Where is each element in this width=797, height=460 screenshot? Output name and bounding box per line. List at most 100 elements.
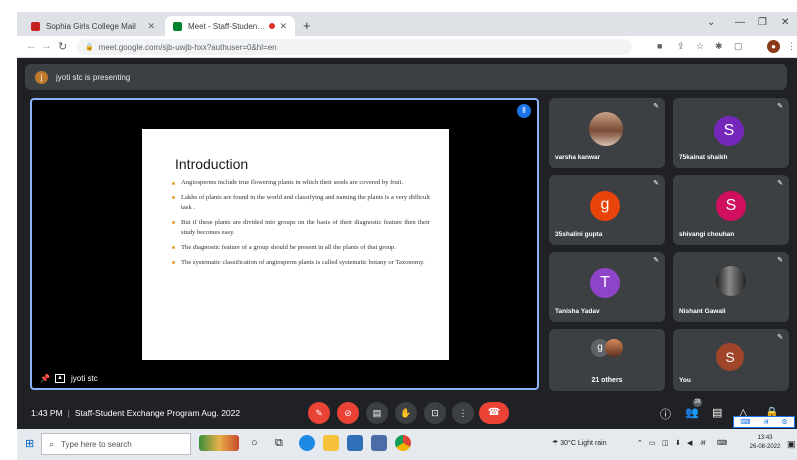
tab-gmail[interactable]: Sophia Girls College Mail ✕ bbox=[23, 16, 163, 36]
meet-control-bar: 1:43 PM | Staff-Student Exchange Program A… bbox=[17, 398, 797, 428]
reload-icon[interactable]: ↻ bbox=[58, 40, 67, 53]
store-icon[interactable] bbox=[347, 435, 363, 451]
participant-avatar: T bbox=[590, 268, 620, 298]
participant-avatar: S bbox=[716, 191, 746, 221]
search-placeholder: Type here to search bbox=[61, 439, 132, 449]
file-explorer-icon[interactable] bbox=[323, 435, 339, 451]
more-options-button[interactable]: ⋮ bbox=[452, 402, 474, 424]
main-presentation[interactable]: ⦀ Introduction Angiosperms include true … bbox=[30, 98, 539, 390]
extensions-icon[interactable]: ✱ bbox=[715, 41, 723, 52]
url-text: meet.google.com/sjb-uwjb-hxx?authuser=0&… bbox=[98, 42, 277, 52]
participant-name: You bbox=[679, 377, 691, 384]
participant-photo bbox=[605, 339, 623, 357]
captions-button[interactable]: ▤ bbox=[366, 402, 388, 424]
settings-icon[interactable]: ⚙ bbox=[781, 418, 787, 426]
battery-icon[interactable]: ▭ bbox=[649, 439, 656, 447]
close-window-button[interactable]: ✕ bbox=[781, 17, 789, 28]
meeting-info-icon[interactable]: ⓘ bbox=[660, 406, 671, 422]
participant-photo bbox=[589, 112, 623, 146]
menu-icon[interactable]: ⋮ bbox=[787, 41, 796, 52]
search-icon: ⌕ bbox=[49, 438, 55, 449]
participant-tile[interactable]: ✎ S shivangi chouhan bbox=[673, 175, 789, 245]
maximize-button[interactable]: ❐ bbox=[758, 17, 767, 28]
language-indicator-icon[interactable]: अ bbox=[763, 418, 768, 427]
chat-icon[interactable]: ▤ bbox=[712, 406, 722, 419]
bookmark-star-icon[interactable]: ☆ bbox=[696, 41, 704, 52]
mic-off-icon: ✎ bbox=[653, 257, 659, 264]
slide-bullet: The diagnostic feature of a group should… bbox=[172, 243, 430, 254]
presentation-slide: Introduction Angiosperms include true fl… bbox=[142, 129, 449, 360]
self-tile[interactable]: ✎ S You bbox=[673, 329, 789, 391]
clock[interactable]: 13:43 26-08-2022 bbox=[745, 434, 785, 452]
participant-tile[interactable]: ✎ T Tanisha Yadav bbox=[549, 252, 665, 322]
slide-title: Introduction bbox=[175, 156, 249, 172]
new-tab-button[interactable]: + bbox=[303, 18, 311, 33]
show-hidden-icons-icon[interactable]: ⌃ bbox=[637, 439, 643, 447]
clock-time: 13:43 bbox=[757, 435, 773, 441]
location-icon[interactable]: ⬇ bbox=[675, 439, 681, 447]
task-view-icon[interactable]: ⧉ bbox=[275, 437, 283, 450]
participant-tile[interactable]: ✎ varsha kanwar bbox=[549, 98, 665, 168]
keyboard-icon[interactable]: ⌨ bbox=[740, 418, 750, 426]
clock-date: 26-08-2022 bbox=[749, 444, 781, 450]
news-widget-icon[interactable] bbox=[199, 435, 239, 451]
mic-off-icon: ✎ bbox=[777, 334, 783, 341]
meeting-time: 1:43 PM bbox=[31, 408, 63, 418]
input-language-icon[interactable]: अ bbox=[700, 439, 705, 448]
rain-icon: ☂ bbox=[552, 440, 561, 447]
participant-name: 75kainat shaikh bbox=[679, 154, 728, 161]
participant-name: Nishant Gawali bbox=[679, 308, 726, 315]
mic-off-icon: ✎ bbox=[653, 103, 659, 110]
camera-in-use-icon[interactable]: ■ bbox=[657, 41, 662, 51]
participant-name: 35shalini gupta bbox=[555, 231, 603, 238]
cortana-icon[interactable]: ○ bbox=[251, 437, 258, 449]
close-tab-icon[interactable]: ✕ bbox=[279, 21, 287, 32]
others-tile[interactable]: g 21 others bbox=[549, 329, 665, 391]
weather-widget[interactable]: ☂ 30°C Light rain bbox=[552, 439, 607, 447]
network-icon[interactable]: ◫ bbox=[662, 439, 669, 447]
language-toolbar[interactable]: ⌨ अ ⚙ bbox=[733, 416, 795, 428]
speaking-indicator-icon: ⦀ bbox=[517, 104, 531, 118]
back-icon[interactable]: ← bbox=[26, 40, 37, 52]
mic-off-icon: ✎ bbox=[777, 180, 783, 187]
ime-icon[interactable]: ⌨ bbox=[717, 439, 727, 447]
forward-icon[interactable]: → bbox=[41, 40, 52, 52]
meeting-title: Staff-Student Exchange Program Aug. 2022 bbox=[74, 408, 241, 418]
start-icon[interactable]: ⊞ bbox=[25, 437, 34, 450]
profile-avatar[interactable]: ● bbox=[767, 40, 780, 53]
browser-tab-strip: Sophia Girls College Mail ✕ Meet - Staff… bbox=[17, 12, 797, 36]
pin-icon[interactable]: 📌 bbox=[40, 374, 50, 383]
participant-tile[interactable]: ✎ S 75kainat shaikh bbox=[673, 98, 789, 168]
edge-icon[interactable] bbox=[299, 435, 315, 451]
camera-off-button[interactable]: ⊘ bbox=[337, 402, 359, 424]
present-button[interactable]: ⊡ bbox=[424, 402, 446, 424]
mic-off-button[interactable]: ✎ bbox=[308, 402, 330, 424]
notifications-icon[interactable]: ▣ bbox=[787, 439, 796, 450]
participant-name: shivangi chouhan bbox=[679, 231, 735, 238]
sidebar-icon[interactable]: ▢ bbox=[734, 41, 743, 52]
slide-bullet: Lakhs of plants are found in the world a… bbox=[172, 193, 430, 214]
raise-hand-button[interactable]: ✋ bbox=[395, 402, 417, 424]
close-tab-icon[interactable]: ✕ bbox=[147, 21, 155, 32]
weather-text: 30°C Light rain bbox=[560, 440, 607, 447]
taskbar-search[interactable]: ⌕ Type here to search bbox=[41, 433, 191, 455]
address-bar[interactable]: 🔒 meet.google.com/sjb-uwjb-hxx?authuser=… bbox=[77, 39, 632, 55]
share-icon[interactable]: ⇪ bbox=[677, 41, 685, 52]
app-icon[interactable] bbox=[371, 435, 387, 451]
participant-tile[interactable]: ✎ Nishant Gawali bbox=[673, 252, 789, 322]
people-icon[interactable]: 👥 bbox=[685, 406, 699, 419]
tab-meet[interactable]: Meet - Staff-Student Exchan ✕ bbox=[165, 16, 295, 36]
volume-icon[interactable]: ◀ bbox=[687, 439, 692, 447]
presenting-text: jyoti stc is presenting bbox=[56, 72, 131, 82]
recording-indicator-icon bbox=[269, 23, 276, 29]
tab-search-icon[interactable]: ⌄ bbox=[707, 17, 715, 28]
tab-title: Sophia Girls College Mail bbox=[46, 21, 136, 31]
minimize-button[interactable]: — bbox=[735, 17, 745, 28]
presenter-avatar: j bbox=[35, 70, 48, 84]
windows-taskbar: ⊞ ⌕ Type here to search ○ ⧉ ☂ 30°C Light… bbox=[17, 429, 797, 460]
self-avatar: S bbox=[716, 343, 744, 371]
participant-tile[interactable]: ✎ g 35shalini gupta bbox=[549, 175, 665, 245]
chrome-icon[interactable] bbox=[395, 435, 411, 451]
participant-name: Tanisha Yadav bbox=[555, 308, 600, 315]
end-call-button[interactable]: ☎ bbox=[479, 402, 509, 424]
